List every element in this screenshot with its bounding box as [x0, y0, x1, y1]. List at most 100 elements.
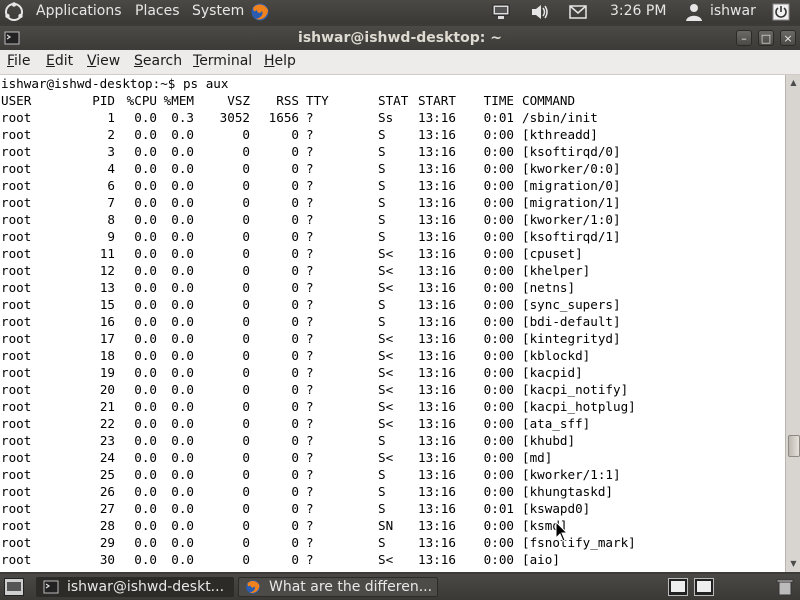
clock[interactable]: 3:26 PM	[610, 3, 666, 19]
cell-rss: 0	[291, 195, 299, 210]
cell-time: 0:00	[483, 535, 514, 550]
cell-time: 0:00	[483, 450, 514, 465]
cell-tty: ?	[306, 331, 314, 346]
places-menu[interactable]: Places	[135, 3, 180, 19]
cell-cpu: 0.0	[134, 110, 157, 125]
scroll-up-icon[interactable]: ▲	[787, 76, 800, 89]
cell-user: root	[1, 348, 32, 363]
cell-user: root	[1, 331, 32, 346]
minimize-button[interactable]: –	[736, 30, 752, 46]
cell-vsz: 0	[242, 246, 250, 261]
cell-mem: 0.0	[171, 399, 194, 414]
cell-pid: 6	[107, 178, 115, 193]
cell-rss: 0	[291, 314, 299, 329]
cell-tty: ?	[306, 518, 314, 533]
cell-pid: 3	[107, 144, 115, 159]
terminal-scrollbar[interactable]: ▲ ▼	[785, 75, 800, 572]
cell-cpu: 0.0	[134, 348, 157, 363]
cell-pid: 19	[99, 365, 115, 380]
cell-tty: ?	[306, 127, 314, 142]
cell-start: 13:16	[418, 433, 456, 448]
menu-edit[interactable]: Edit	[46, 53, 73, 69]
username[interactable]: ishwar	[710, 3, 756, 19]
window-titlebar[interactable]: ishwar@ishwd-desktop: ~ – □ ×	[0, 26, 800, 50]
cell-pid: 17	[99, 331, 115, 346]
cell-pid: 20	[99, 382, 115, 397]
cell-command: [migration/0]	[522, 178, 621, 193]
header-time: TIME	[483, 93, 514, 108]
menu-search[interactable]: Search	[134, 53, 182, 69]
cell-stat: S<	[378, 382, 394, 397]
cell-stat: S<	[378, 348, 394, 363]
show-desktop-icon[interactable]	[4, 578, 24, 596]
cell-stat: S<	[378, 331, 394, 346]
cell-user: root	[1, 552, 32, 567]
ubuntu-logo-icon[interactable]	[4, 2, 24, 22]
cell-user: root	[1, 110, 32, 125]
cell-user: root	[1, 382, 32, 397]
mouse-cursor-icon	[555, 521, 569, 542]
cell-time: 0:00	[483, 297, 514, 312]
cell-start: 13:16	[418, 348, 456, 363]
cell-cpu: 0.0	[134, 501, 157, 516]
cell-tty: ?	[306, 246, 314, 261]
cell-rss: 0	[291, 229, 299, 244]
menu-mnemonic: V	[87, 53, 97, 69]
cell-rss: 0	[291, 365, 299, 380]
cell-rss: 0	[291, 535, 299, 550]
menu-label-rest: earch	[142, 53, 183, 69]
maximize-button[interactable]: □	[758, 30, 774, 46]
user-icon[interactable]	[684, 2, 704, 22]
cell-vsz: 0	[242, 382, 250, 397]
terminal-output[interactable]: ishwar@ishwd-desktop:~$ ps aux USER PID %C…	[0, 75, 785, 572]
workspace-1-icon[interactable]	[668, 578, 688, 596]
cell-mem: 0.0	[171, 348, 194, 363]
menu-file[interactable]: File	[7, 53, 30, 69]
cell-tty: ?	[306, 399, 314, 414]
workspace-2-icon[interactable]	[694, 578, 714, 596]
cell-cpu: 0.0	[134, 246, 157, 261]
taskbar-item-terminal[interactable]: ishwar@ishwd-deskt...	[36, 577, 234, 597]
cell-pid: 21	[99, 399, 115, 414]
cell-command: [kacpi_hotplug]	[522, 399, 636, 414]
system-menu[interactable]: System	[192, 3, 244, 19]
cell-time: 0:00	[483, 416, 514, 431]
cell-mem: 0.0	[171, 144, 194, 159]
volume-icon[interactable]	[529, 2, 549, 22]
cell-mem: 0.0	[171, 314, 194, 329]
cell-start: 13:16	[418, 127, 456, 142]
cell-pid: 30	[99, 552, 115, 567]
cell-command: [bdi-default]	[522, 314, 621, 329]
cell-pid: 1	[107, 110, 115, 125]
cell-vsz: 0	[242, 416, 250, 431]
trash-icon[interactable]	[776, 578, 794, 596]
close-button[interactable]: ×	[780, 30, 796, 46]
menu-terminal[interactable]: Terminal	[193, 53, 252, 69]
cell-user: root	[1, 535, 32, 550]
cell-cpu: 0.0	[134, 314, 157, 329]
cell-rss: 0	[291, 331, 299, 346]
cell-cpu: 0.0	[134, 280, 157, 295]
terminal-icon	[43, 580, 59, 594]
cell-user: root	[1, 467, 32, 482]
power-icon[interactable]	[771, 2, 791, 22]
cell-time: 0:00	[483, 518, 514, 533]
menu-label-rest: dit	[54, 53, 74, 69]
cell-vsz: 0	[242, 263, 250, 278]
applications-menu[interactable]: Applications	[36, 3, 122, 19]
scroll-down-icon[interactable]: ▼	[787, 557, 800, 570]
mail-icon[interactable]	[568, 2, 588, 22]
cell-user: root	[1, 263, 32, 278]
cell-start: 13:16	[418, 399, 456, 414]
firefox-icon[interactable]	[250, 2, 270, 22]
cell-mem: 0.0	[171, 246, 194, 261]
cell-rss: 0	[291, 433, 299, 448]
cell-tty: ?	[306, 467, 314, 482]
menu-view[interactable]: View	[87, 53, 120, 69]
scrollbar-thumb[interactable]	[788, 435, 800, 457]
menu-help[interactable]: Help	[264, 53, 296, 69]
taskbar-item-firefox[interactable]: What are the differen...	[238, 577, 438, 597]
cell-user: root	[1, 127, 32, 142]
network-icon[interactable]	[491, 2, 511, 22]
cell-tty: ?	[306, 501, 314, 516]
